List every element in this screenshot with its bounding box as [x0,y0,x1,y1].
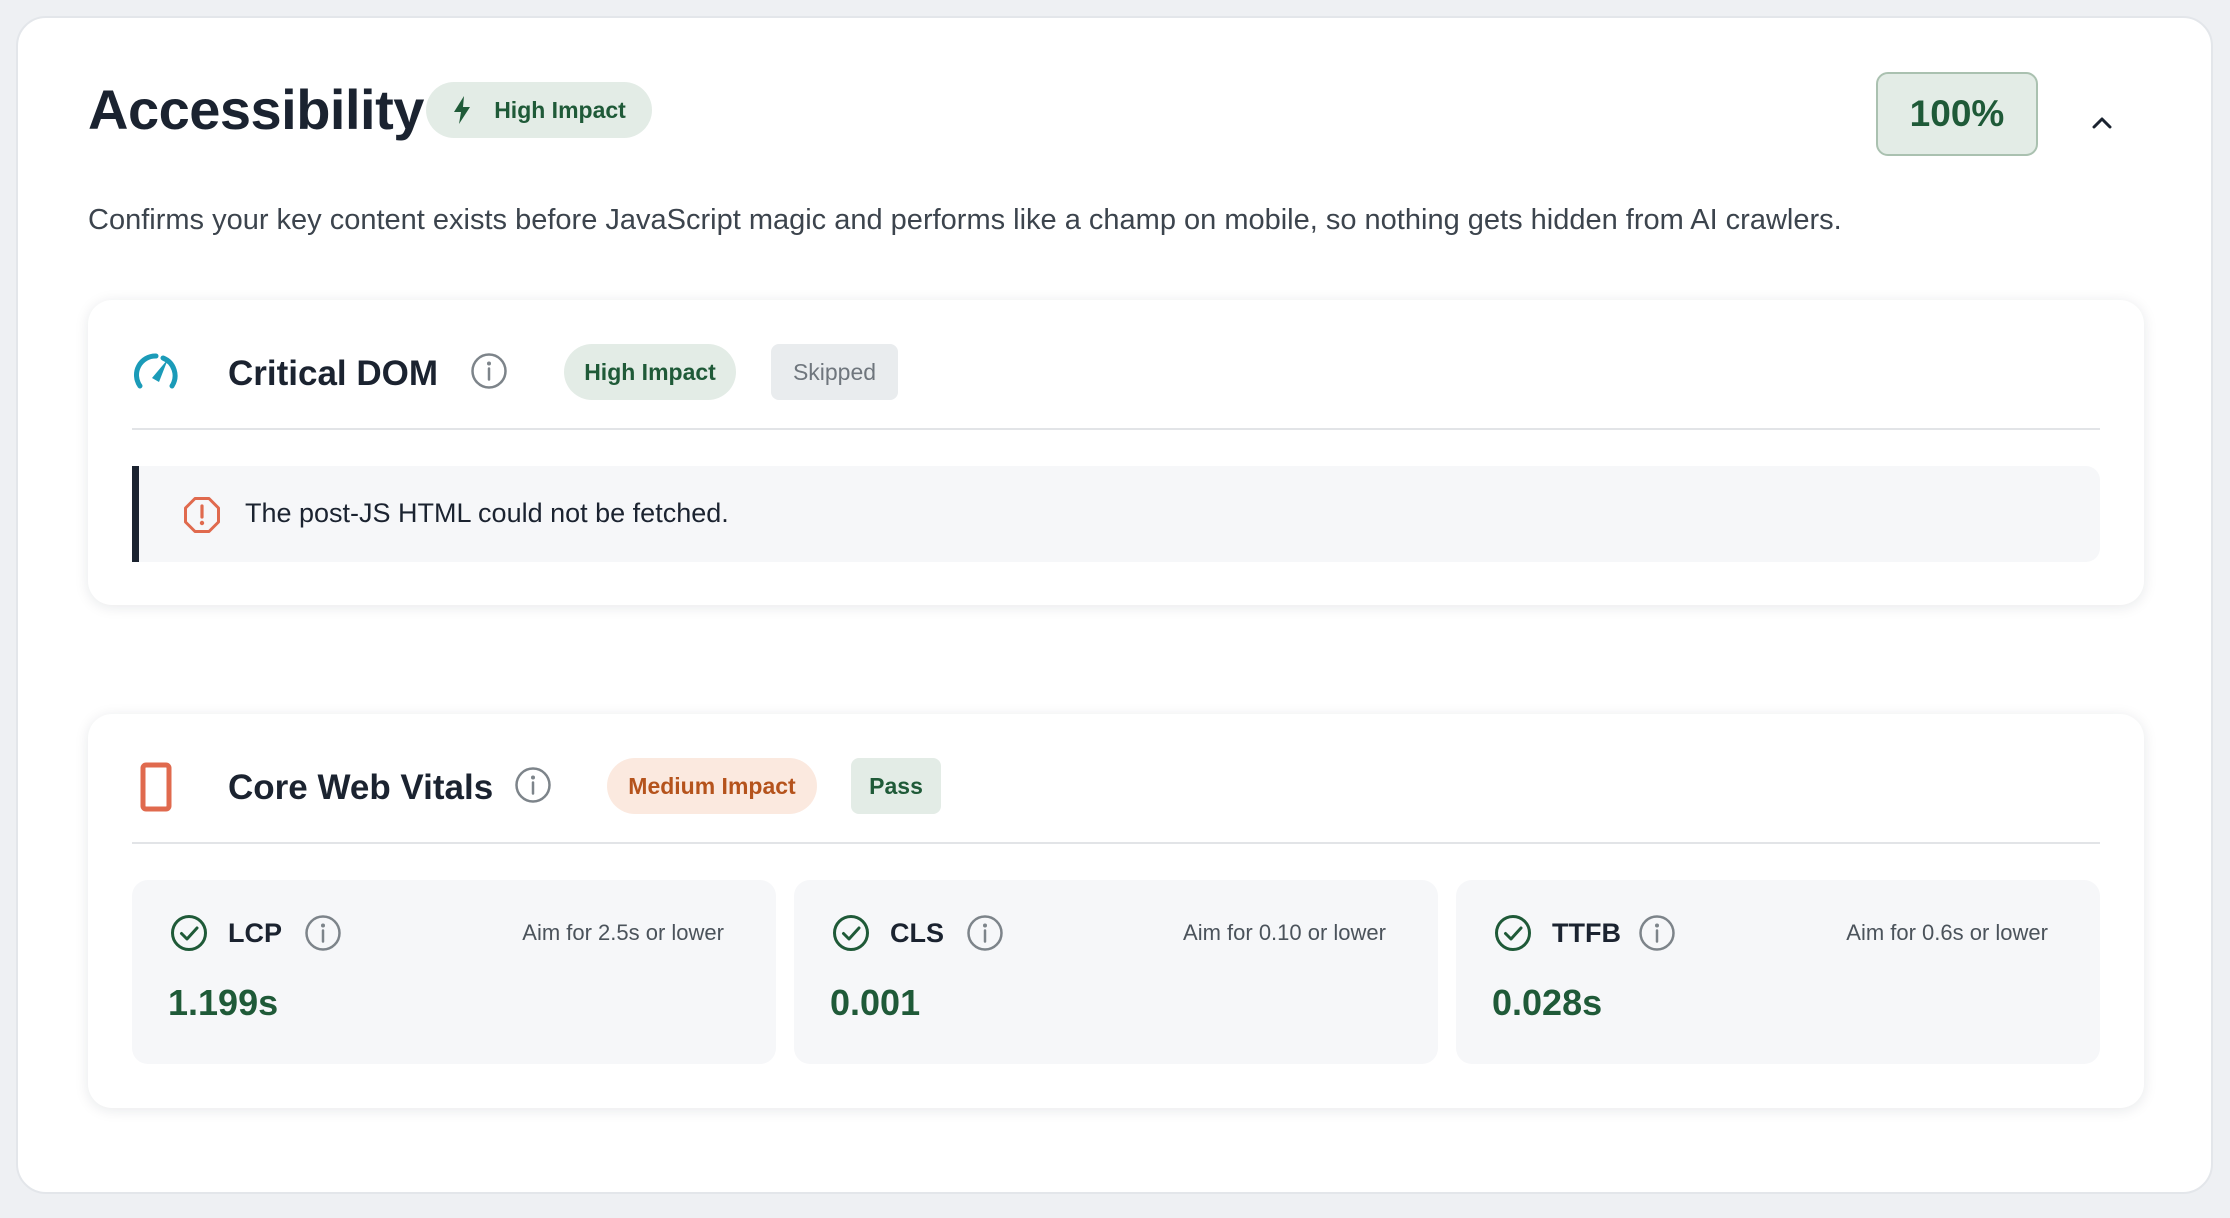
metric-card-cls: CLS Aim for 0.10 or lower 0.001 [794,880,1438,1064]
info-icon[interactable] [470,352,508,390]
core-web-vitals-impact-badge: Medium Impact [607,758,817,814]
metric-value: 0.001 [830,982,921,1023]
metric-card-lcp: LCP Aim for 2.5s or lower 1.199s [132,880,776,1064]
warning-octagon-icon [184,497,220,533]
bolt-icon [454,96,471,124]
section-title: Accessibility [88,78,424,141]
score-badge: 100% [1876,72,2038,156]
divider [132,428,2100,430]
metric-aim: Aim for 2.5s or lower [522,920,724,945]
check-circle-icon [171,915,207,951]
info-icon[interactable] [304,914,342,952]
impact-badge-label: High Impact [494,96,626,123]
info-icon[interactable] [514,766,552,804]
metric-value: 1.199s [168,982,279,1023]
info-icon[interactable] [966,914,1004,952]
metric-aim: Aim for 0.6s or lower [1846,920,2048,945]
mobile-device-icon [140,762,172,812]
core-web-vitals-status-badge: Pass [851,758,941,814]
core-web-vitals-card: Core Web Vitals Medium Impact Pass LCP A… [88,714,2144,1108]
metric-name: TTFB [1552,918,1621,948]
metric-aim: Aim for 0.10 or lower [1183,920,1386,945]
critical-dom-impact-badge: High Impact [564,344,736,400]
metric-name: LCP [228,918,282,948]
core-web-vitals-title: Core Web Vitals [228,768,494,807]
alert-text: The post-JS HTML could not be fetched. [245,498,729,528]
critical-dom-title: Critical DOM [228,354,439,393]
check-circle-icon [833,915,869,951]
critical-dom-status-badge: Skipped [771,344,898,400]
metric-value: 0.028s [1492,982,1603,1023]
divider [132,842,2100,844]
chevron-up-icon[interactable] [2090,114,2114,130]
metric-name: CLS [890,918,944,948]
accessibility-section: Accessibility High Impact 100% Confirms … [16,16,2213,1194]
impact-badge: High Impact [426,82,652,138]
alert-box: The post-JS HTML could not be fetched. [132,466,2100,562]
metric-card-ttfb: TTFB Aim for 0.6s or lower 0.028s [1456,880,2100,1064]
info-icon[interactable] [1638,914,1676,952]
check-circle-icon [1495,915,1531,951]
speedometer-icon [134,353,178,389]
critical-dom-card: Critical DOM High Impact Skipped The pos… [88,300,2144,605]
section-description: Confirms your key content exists before … [88,204,1842,236]
